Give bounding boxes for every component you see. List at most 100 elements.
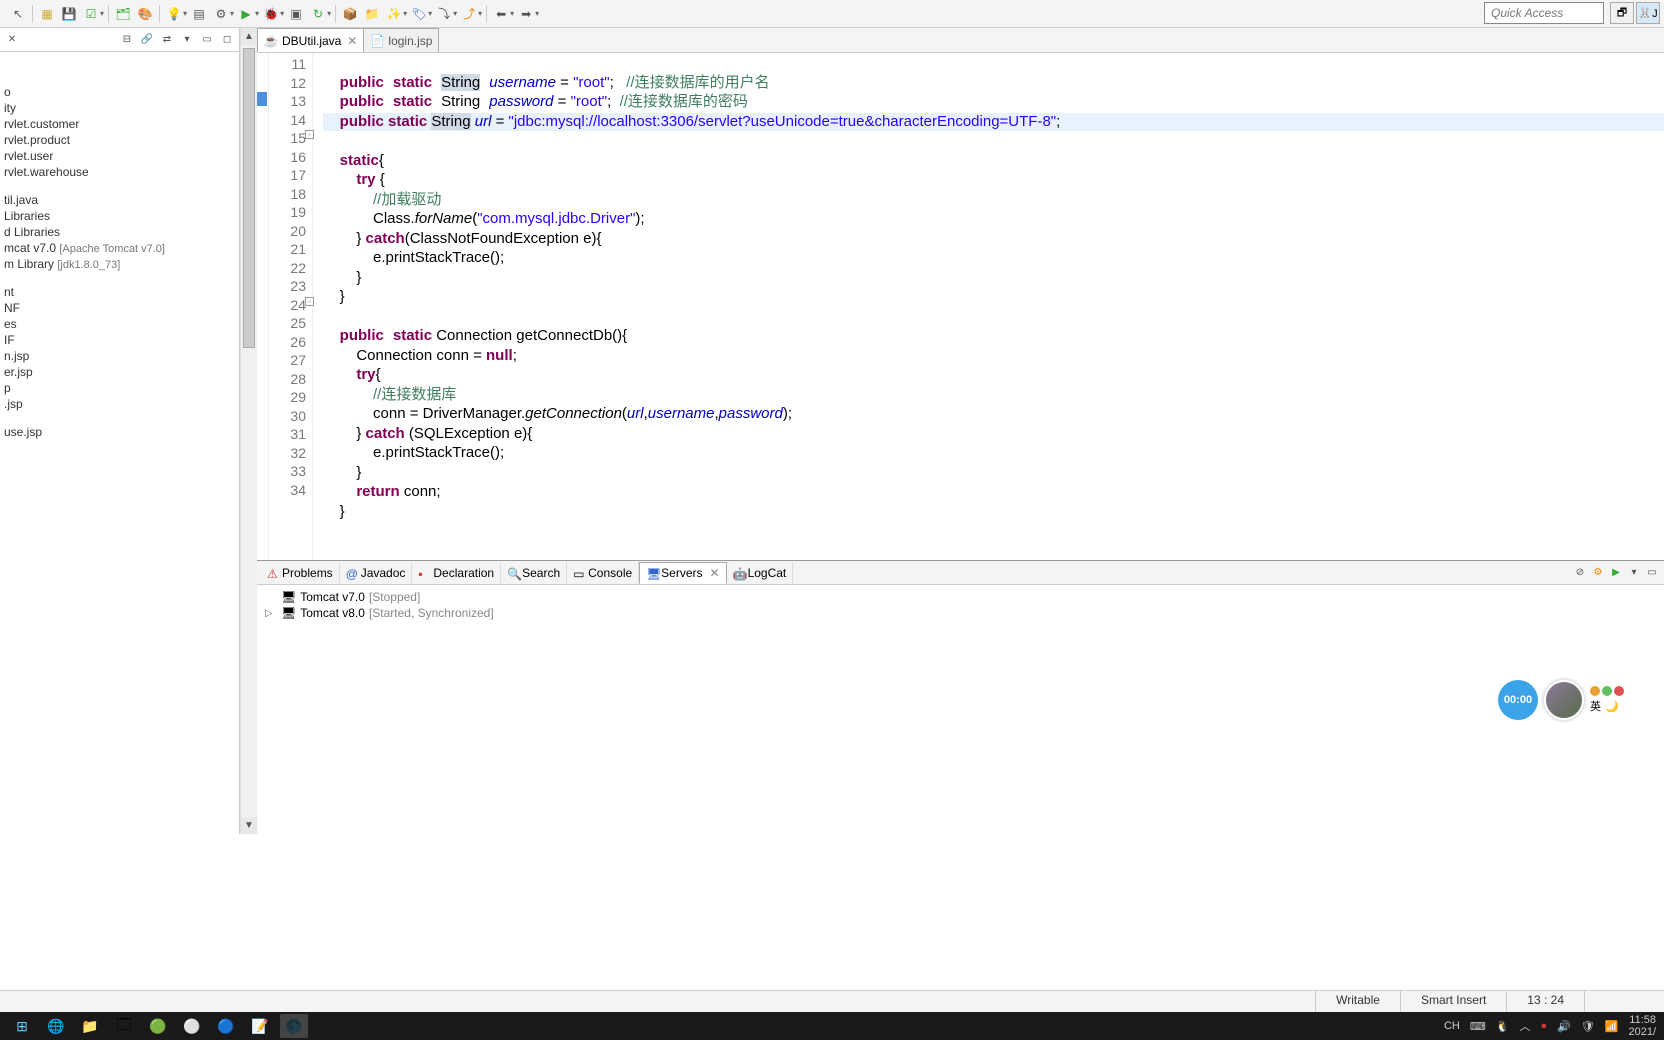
maximize-view-icon[interactable]: ◻ [219,32,235,48]
tab-javadoc[interactable]: @Javadoc [340,562,413,584]
tool-cursor-icon[interactable]: ↖ [8,4,28,24]
sublime-app[interactable]: 📝 [246,1014,274,1038]
close-tab-icon[interactable]: ✕ [347,34,357,48]
explorer-app[interactable]: 📁 [76,1014,104,1038]
app-icon[interactable]: 🔵 [212,1014,240,1038]
tool-grid-icon[interactable]: ▤ [189,4,209,24]
tool-package-icon[interactable]: 📦 [340,4,360,24]
fold-marker-icon[interactable]: - [305,130,314,139]
expand-icon[interactable]: ▷ [265,608,277,619]
tab-logcat[interactable]: 🤖LogCat [727,562,794,584]
collapse-all-icon[interactable]: ⊟ [119,32,135,48]
tool-stepover-icon[interactable]: ⤴ [459,4,479,24]
tree-item[interactable]: o [0,84,239,100]
recorder-timer[interactable]: 00:00 [1498,680,1538,720]
tree-item[interactable]: nt [0,284,239,300]
dropdown-icon[interactable]: ▾ [428,9,432,18]
tree-item[interactable]: NF [0,300,239,316]
app-icon[interactable]: 🟢 [144,1014,172,1038]
tool-tag-icon[interactable]: 🏷 [409,4,429,24]
dropdown-icon[interactable]: ▾ [183,9,187,18]
tool-sync-icon[interactable]: ↻ [308,4,328,24]
dropdown-icon[interactable]: ▾ [453,9,457,18]
publish-icon[interactable]: ⚙ [1590,565,1606,581]
tree-item[interactable]: IF [0,332,239,348]
start-button[interactable]: ⊞ [8,1014,36,1038]
tool-forward-icon[interactable]: ➡ [516,4,536,24]
tab-declaration[interactable]: ▪Declaration [412,562,501,584]
fold-marker-icon[interactable]: - [305,297,314,306]
close-view-icon[interactable]: ✕ [4,32,20,48]
minimize-view-icon[interactable]: ▭ [199,32,215,48]
tab-console[interactable]: ▭Console [567,562,639,584]
tree-item[interactable]: es [0,316,239,332]
volume-icon[interactable]: 🔊 [1557,1020,1571,1033]
clock[interactable]: 11:58 2021/ [1628,1014,1656,1038]
tree-item[interactable]: til.java [0,192,239,208]
screen-recorder-widget[interactable]: 00:00 英 🌙 [1498,680,1624,720]
eclipse-app[interactable]: 🌑 [280,1014,308,1038]
tool-back-icon[interactable]: ⬅ [491,4,511,24]
tree-item[interactable]: n.jsp [0,348,239,364]
tree-item[interactable]: rvlet.product [0,132,239,148]
tool-gear-icon[interactable]: ⚙ [211,4,231,24]
tool-step-icon[interactable]: ⤵ [434,4,454,24]
code-editor[interactable]: 1112131415161718192021222324252627282930… [257,53,1664,560]
dropdown-icon[interactable]: ▾ [255,9,259,18]
dropdown-icon[interactable]: ▾ [327,9,331,18]
scroll-thumb[interactable] [243,48,255,348]
start-server-icon[interactable]: ▶ [1608,565,1624,581]
tool-save-icon[interactable]: 💾 [59,4,79,24]
dropdown-icon[interactable]: ▾ [403,9,407,18]
tree-item[interactable]: d Libraries [0,224,239,240]
close-tab-icon[interactable]: ✕ [710,566,720,580]
filter-icon[interactable]: ⇄ [159,32,175,48]
network-icon[interactable]: 📶 [1605,1020,1619,1033]
chevron-up-icon[interactable]: ︿ [1519,1018,1530,1034]
tab-search[interactable]: 🔍Search [501,562,567,584]
tree-item[interactable]: Libraries [0,208,239,224]
keyboard-icon[interactable]: ⌨ [1470,1020,1486,1033]
dropdown-icon[interactable]: ▾ [510,9,514,18]
minimize-icon[interactable]: ▭ [1644,565,1660,581]
tool-lightbulb-icon[interactable]: 💡 [164,4,184,24]
tree-item[interactable]: rvlet.warehouse [0,164,239,180]
link-editor-icon[interactable]: 🔗 [139,32,155,48]
shield-icon[interactable]: 🛡 [1581,1020,1595,1033]
dropdown-icon[interactable]: ▾ [535,9,539,18]
tree-item[interactable]: rvlet.user [0,148,239,164]
app-icon[interactable]: 🗔 [110,1014,138,1038]
java-perspective-button[interactable]: 🐰J [1636,2,1660,24]
server-tomcat7[interactable]: 🖥 Tomcat v7.0 [Stopped] [261,589,1660,605]
tree-item[interactable]: rvlet.customer [0,116,239,132]
scroll-up-icon[interactable]: ▲ [241,28,257,45]
view-menu-icon[interactable]: ▾ [179,32,195,48]
tree-item[interactable]: ity [0,100,239,116]
dropdown-icon[interactable]: ▾ [280,9,284,18]
code-content[interactable]: public static String username = "root"; … [313,53,1664,560]
tool-paint-icon[interactable]: 🎨 [135,4,155,24]
tab-dbutil[interactable]: ☕ DBUtil.java ✕ [257,28,364,52]
sidebar-scrollbar[interactable]: ▲ ▼ [240,28,257,834]
tool-new-icon[interactable]: ▦ [37,4,57,24]
dropdown-icon[interactable]: ▾ [230,9,234,18]
ime-language[interactable]: 英 [1590,698,1601,714]
no-publish-icon[interactable]: ⊘ [1572,565,1588,581]
qq-tray-icon[interactable]: 🐧 [1496,1020,1510,1033]
tool-debug-icon[interactable]: 🐞 [261,4,281,24]
tool-folder-icon[interactable]: 🗂 [113,4,133,24]
tool-box-icon[interactable]: ▣ [286,4,306,24]
open-perspective-button[interactable]: 🗗 [1610,2,1634,24]
dropdown-icon[interactable]: ▾ [478,9,482,18]
tree-item[interactable]: use.jsp [0,424,239,440]
user-avatar[interactable] [1544,680,1584,720]
chrome-app[interactable]: 🌐 [42,1014,70,1038]
profile-server-icon[interactable]: ▾ [1626,565,1642,581]
tree-item[interactable]: er.jsp [0,364,239,380]
tree-item[interactable]: m Library [jdk1.8.0_73] [0,256,239,272]
app-icon[interactable]: ⚪ [178,1014,206,1038]
tab-servers[interactable]: 🖥Servers✕ [639,562,726,584]
tab-problems[interactable]: ⚠Problems [261,562,340,584]
tree-item[interactable]: p [0,380,239,396]
quick-access-input[interactable] [1484,2,1604,24]
